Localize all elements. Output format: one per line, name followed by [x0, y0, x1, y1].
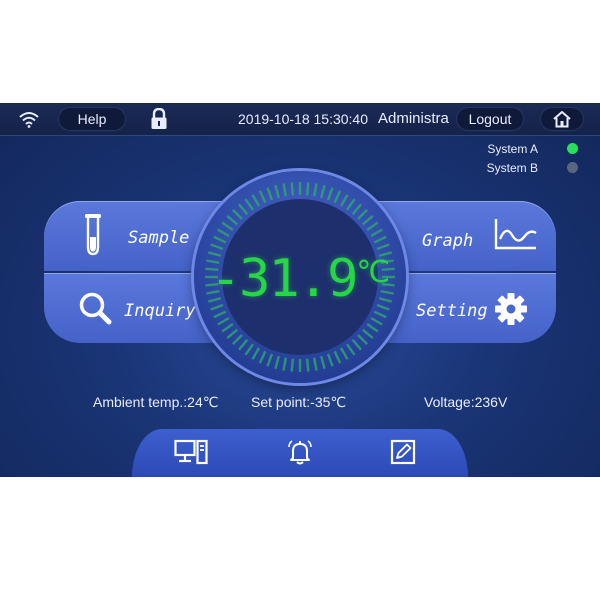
control-screen: Help 2019-10-18 15:30:40 Administra Logo… [0, 103, 600, 477]
dial-tick [346, 343, 356, 356]
dial-tick [351, 339, 362, 351]
dial-tick [357, 208, 369, 220]
dial-tick [373, 310, 387, 319]
dial-tick [221, 323, 234, 333]
dial-tick [305, 182, 310, 196]
computer-monitor-icon[interactable] [174, 439, 208, 465]
system-b-label: System B [486, 161, 538, 175]
sample-label: Sample [128, 228, 190, 248]
help-button[interactable]: Help [58, 107, 126, 131]
line-graph-icon [494, 219, 537, 250]
dial-tick [320, 355, 326, 370]
dial-tick [226, 215, 238, 226]
dial-tick [346, 198, 356, 211]
dial-tick [274, 184, 280, 199]
top-bar: Help 2019-10-18 15:30:40 Administra Logo… [0, 103, 600, 135]
dial-tick [213, 235, 227, 244]
dial-tick [251, 194, 261, 207]
dial-tick [362, 215, 374, 226]
dial-tick [266, 353, 274, 367]
dial-tick [366, 221, 379, 231]
dial-tick [213, 310, 227, 319]
home-button[interactable] [540, 107, 584, 131]
dial-tick [217, 316, 230, 326]
dial-tick [290, 358, 295, 372]
system-a-label: System A [487, 142, 538, 156]
dial-tick [326, 187, 334, 201]
dial-tick [221, 221, 234, 231]
logout-button[interactable]: Logout [456, 107, 524, 131]
dial-tick [244, 198, 254, 211]
edit-note-icon[interactable] [390, 439, 416, 465]
dial-tick [238, 203, 249, 215]
magnifier-icon [79, 292, 112, 325]
system-a-status-dot [567, 143, 578, 154]
dial-tick [370, 316, 383, 326]
dial-tick [231, 334, 243, 346]
dial-tick [313, 183, 318, 197]
dial-tick [339, 194, 349, 207]
user-name: Administra [378, 110, 449, 127]
dial-tick [266, 187, 274, 201]
ambient-temperature: Ambient temp.:24℃ [93, 394, 219, 410]
dial-tick [231, 208, 243, 220]
bell-icon[interactable] [286, 439, 314, 467]
system-b-status-dot [567, 162, 578, 173]
dial-tick [282, 183, 287, 197]
wifi-icon [19, 112, 39, 128]
dial-tick [362, 328, 374, 339]
lock-icon[interactable] [150, 108, 168, 130]
dial-tick [351, 203, 362, 215]
dial-tick [290, 182, 295, 196]
dial-tick [326, 353, 334, 367]
dial-tick [244, 343, 254, 356]
dial-tick [274, 355, 280, 370]
temperature-value: -31.9 [209, 249, 359, 309]
inquiry-label: Inquiry [124, 301, 196, 321]
setting-label: Setting [416, 301, 488, 321]
bottom-toolbar [132, 429, 468, 477]
date-time: 2019-10-18 15:30:40 [238, 111, 368, 127]
dial-tick [320, 184, 326, 199]
dial-tick [282, 357, 287, 371]
gear-icon [495, 293, 527, 325]
dial-tick [333, 190, 342, 204]
dial-tick [339, 347, 349, 360]
dial-tick [238, 339, 249, 351]
dial-tick [258, 190, 267, 204]
dial-tick [357, 334, 369, 346]
home-icon [553, 111, 571, 128]
dial-tick [370, 228, 383, 238]
dial-tick [366, 323, 379, 333]
temperature-unit: ℃ [356, 255, 391, 290]
dial-tick [226, 328, 238, 339]
voltage: Voltage:236V [424, 394, 508, 410]
dial-tick [313, 357, 318, 371]
temperature-readout: -31.9℃ [194, 249, 406, 309]
dial-tick [305, 358, 310, 372]
dial-tick [333, 350, 342, 364]
graph-label: Graph [422, 231, 474, 251]
test-tube-icon [85, 214, 101, 256]
set-point: Set point:-35℃ [251, 394, 347, 410]
dial-tick [373, 235, 387, 244]
dial-tick [217, 228, 230, 238]
dial-tick [258, 350, 267, 364]
dial-tick [251, 347, 261, 360]
